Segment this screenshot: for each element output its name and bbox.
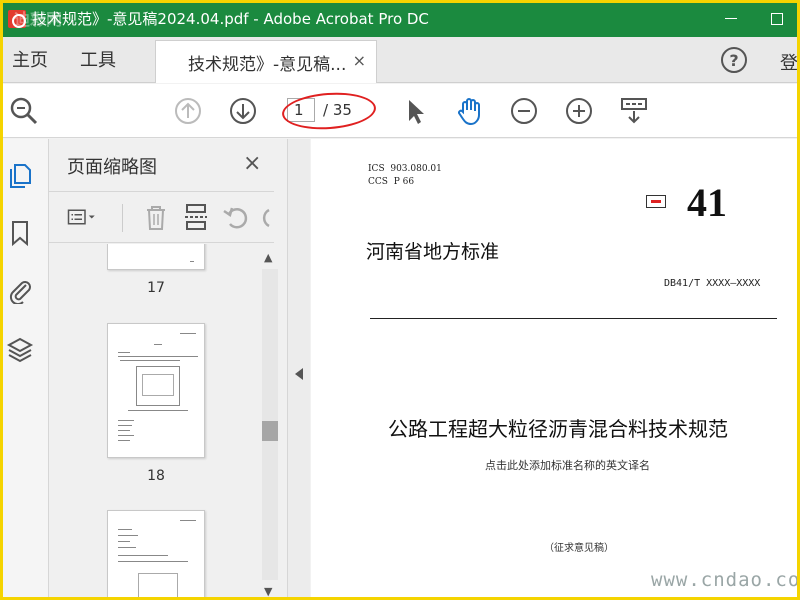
ccs-label: CCS	[368, 177, 388, 187]
help-icon[interactable]: ?	[721, 47, 747, 73]
login-link[interactable]: 登	[780, 49, 798, 75]
delete-page-icon[interactable]	[141, 202, 171, 232]
layers-icon[interactable]	[6, 335, 34, 363]
scroll-mode-icon[interactable]	[618, 95, 650, 127]
main-toolbar	[0, 84, 800, 138]
page-thumbnails-icon[interactable]	[6, 161, 34, 189]
minimize-button[interactable]	[708, 0, 754, 37]
panel-title: 页面缩略图	[67, 157, 157, 178]
panel-toolbar	[49, 191, 274, 243]
menu-home[interactable]: 主页	[0, 36, 60, 82]
thumbnail-panel: 页面缩略图 × 17 18 ▲ ▼	[49, 139, 288, 600]
panel-collapse-handle[interactable]	[288, 139, 310, 600]
title-bar: 技术规范》-意见稿2024.04.pdf - Adobe Acrobat Pro…	[0, 0, 800, 37]
navigation-rail	[0, 139, 49, 600]
thumbnail-label-17: 17	[147, 280, 165, 296]
document-tab-label: 技术规范》-意见稿...	[188, 54, 347, 75]
next-page-icon[interactable]	[227, 95, 259, 127]
standard-code: DB41/T XXXX—XXXX	[664, 278, 761, 289]
logo-watermark: 迪彩网	[14, 10, 63, 29]
current-page-input[interactable]: 1	[287, 98, 315, 122]
site-watermark: www.cndao.com	[651, 569, 800, 591]
scroll-up-icon[interactable]: ▲	[264, 251, 272, 264]
thumbnail-page-17[interactable]	[107, 244, 205, 270]
minimize-icon	[725, 18, 737, 19]
scroll-down-icon[interactable]: ▼	[264, 585, 272, 598]
toolbar-separator	[122, 204, 123, 232]
rotate-counterclockwise-icon[interactable]	[221, 202, 251, 232]
insert-page-icon[interactable]	[181, 202, 211, 232]
document-tab[interactable]: 技术规范》-意见稿... ×	[155, 40, 377, 83]
zoom-search-icon[interactable]	[8, 95, 40, 127]
province-standard: 河南省地方标准	[366, 241, 500, 263]
options-menu-icon[interactable]	[67, 202, 97, 232]
thumbnail-label-18: 18	[147, 468, 165, 484]
hand-tool-icon[interactable]	[454, 95, 486, 127]
attachment-icon[interactable]	[6, 276, 34, 304]
previous-page-icon[interactable]	[172, 95, 204, 127]
document-title: 公路工程超大粒径沥青混合料技术规范	[388, 417, 728, 441]
menu-bar: 主页 工具 技术规范》-意见稿... × ? 登	[0, 37, 800, 83]
ccs-value: P 66	[393, 177, 415, 187]
draft-label: （征求意见稿）	[544, 543, 614, 554]
panel-close-icon[interactable]: ×	[243, 151, 261, 176]
thumbnail-scrollbar[interactable]: ▲ ▼	[261, 249, 279, 600]
english-title-placeholder[interactable]: 点击此处添加标准名称的英文译名	[485, 457, 650, 473]
classification-codes: ICS 903.080.01 CCS P 66	[368, 163, 442, 189]
thumbnail-page-18[interactable]	[107, 323, 205, 458]
total-pages: / 35	[323, 101, 352, 119]
divider-line	[370, 318, 777, 319]
maximize-button[interactable]	[754, 0, 800, 37]
collapse-arrow-icon	[295, 368, 303, 380]
ics-value: 903.080.01	[390, 164, 442, 174]
ics-label: ICS	[368, 164, 385, 174]
document-page: ICS 903.080.01 CCS P 66 41 河南省地方标准 DB41/…	[311, 139, 800, 600]
maximize-icon	[771, 12, 783, 25]
window-title: 技术规范》-意见稿2024.04.pdf - Adobe Acrobat Pro…	[32, 10, 429, 28]
rotate-clockwise-icon[interactable]	[259, 202, 275, 232]
select-cursor-icon[interactable]	[400, 95, 432, 127]
page-number-field: 1 / 35	[283, 95, 371, 125]
thumbnail-page-19[interactable]	[107, 510, 205, 600]
standard-mark-icon	[646, 195, 666, 208]
zoom-in-icon[interactable]	[563, 95, 595, 127]
zoom-out-icon[interactable]	[508, 95, 540, 127]
bookmark-icon[interactable]	[6, 219, 34, 247]
standard-number: 41	[687, 180, 727, 225]
thumbnail-list: 17 18	[49, 244, 259, 600]
menu-tools[interactable]: 工具	[68, 36, 128, 82]
scroll-thumb[interactable]	[262, 421, 278, 441]
tab-close-icon[interactable]: ×	[353, 51, 366, 70]
